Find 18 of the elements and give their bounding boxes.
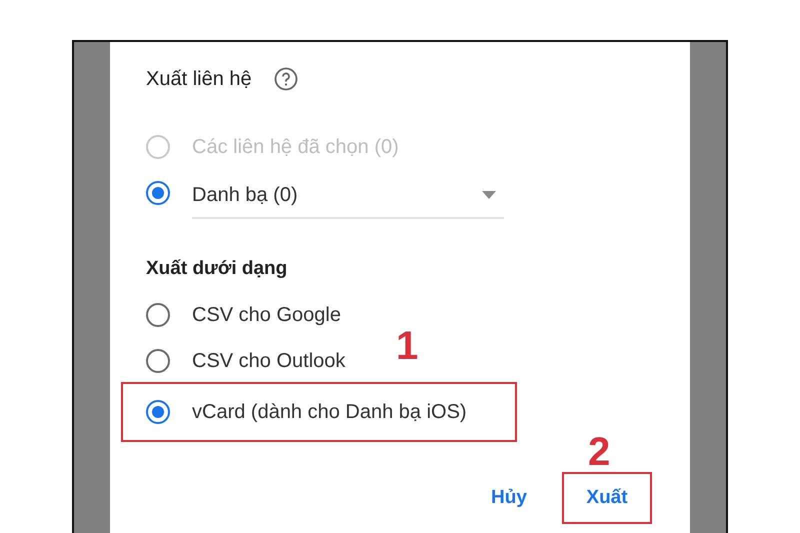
dialog-title: Xuất liên hệ	[146, 68, 252, 90]
step-number: 1	[396, 324, 418, 369]
radio-button[interactable]	[146, 349, 170, 373]
radio-button[interactable]	[146, 400, 170, 424]
option-label: Danh bạ (0)	[192, 184, 298, 206]
option-label: Các liên hệ đã chọn (0)	[192, 136, 399, 158]
contacts-dropdown[interactable]: Danh bạ (0)	[192, 173, 504, 219]
cancel-button[interactable]: Hủy	[464, 472, 554, 524]
option-label: vCard (dành cho Danh bạ iOS)	[192, 400, 467, 424]
dropdown-arrow-icon	[482, 191, 496, 199]
radio-button[interactable]	[146, 303, 170, 327]
option-label: CSV cho Google	[192, 304, 341, 326]
export-button[interactable]: Xuất	[562, 472, 652, 524]
help-icon[interactable]	[274, 67, 298, 91]
radio-button[interactable]	[146, 181, 170, 205]
section-heading: Xuất dưới dạng	[146, 258, 288, 280]
option-label: CSV cho Outlook	[192, 350, 346, 372]
step-number: 2	[588, 430, 610, 475]
